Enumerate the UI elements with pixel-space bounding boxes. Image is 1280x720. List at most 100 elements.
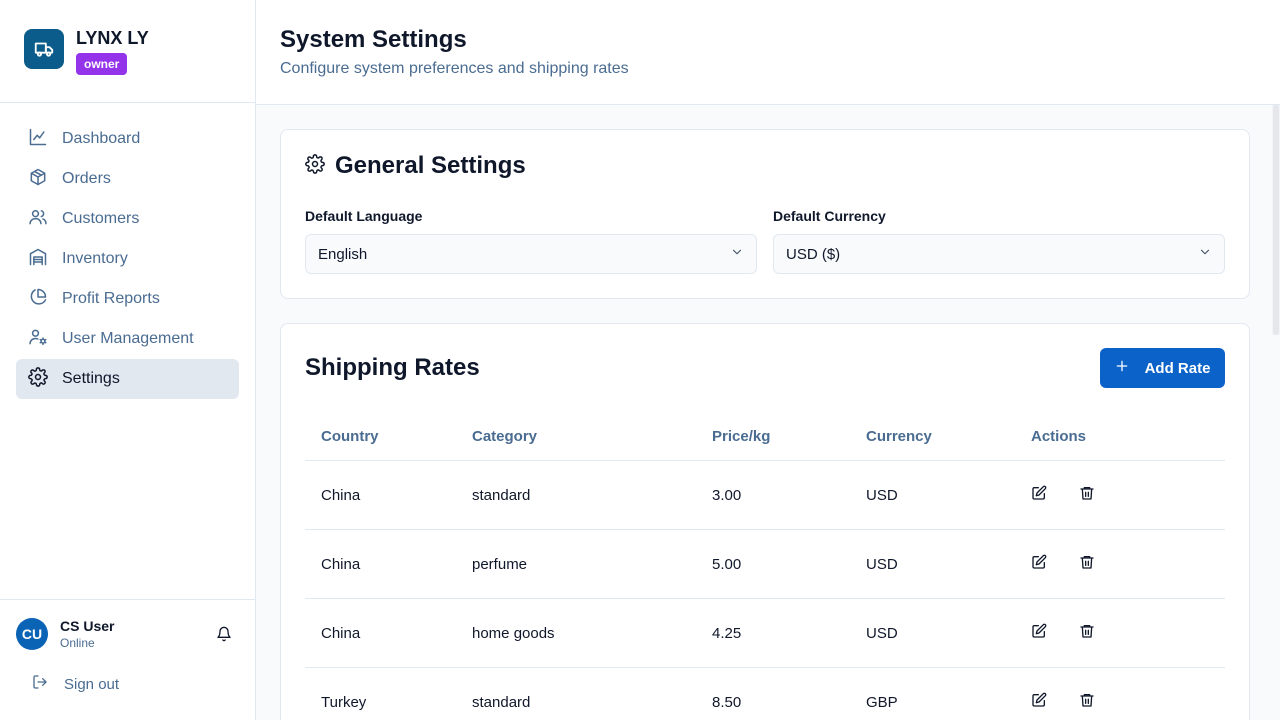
- sidebar-item-label: User Management: [62, 330, 194, 347]
- table-header: Country Category Price/kg Currency Actio…: [305, 412, 1225, 461]
- delete-button[interactable]: [1071, 548, 1103, 580]
- table-row: China perfume 5.00 USD: [305, 530, 1225, 599]
- language-value: English: [318, 245, 368, 263]
- user-name: CS User: [60, 618, 115, 634]
- table-row: China standard 3.00 USD: [305, 461, 1225, 530]
- bell-icon[interactable]: [216, 626, 232, 642]
- sidebar-item-label: Inventory: [62, 250, 128, 267]
- table-row: Turkey standard 8.50 GBP: [305, 668, 1225, 720]
- main-content: System Settings Configure system prefere…: [256, 0, 1280, 720]
- cell-price: 4.25: [712, 624, 742, 642]
- edit-icon: [1031, 554, 1047, 574]
- delete-button[interactable]: [1071, 686, 1103, 718]
- add-rate-label: Add Rate: [1144, 359, 1211, 377]
- general-settings-card: General Settings Default Language Englis…: [280, 129, 1250, 299]
- cell-currency: GBP: [866, 693, 898, 711]
- column-header-price[interactable]: Price/kg: [696, 428, 850, 445]
- user-status: Online: [60, 636, 95, 650]
- sidebar-item-label: Customers: [62, 210, 140, 227]
- cell-country: Turkey: [321, 693, 367, 711]
- column-header-actions: Actions: [1031, 427, 1087, 445]
- cell-actions: [1015, 617, 1225, 649]
- sidebar-item-orders[interactable]: Orders: [16, 159, 239, 199]
- trash-icon: [1079, 554, 1095, 574]
- edit-icon: [1031, 692, 1047, 712]
- edit-icon: [1031, 623, 1047, 643]
- cell-category: standard: [472, 693, 531, 711]
- sidebar-nav: Dashboard Orders Customers Inventory Pro…: [0, 103, 255, 399]
- truck-icon: [24, 29, 64, 69]
- column-header-country[interactable]: Country: [305, 428, 456, 445]
- shipping-rates-title: Shipping Rates: [305, 354, 480, 381]
- sidebar-footer: CU CS User Online Sign out: [0, 599, 256, 720]
- cell-actions: [1015, 686, 1225, 718]
- chevron-down-icon: [730, 245, 744, 263]
- cell-price: 3.00: [712, 486, 742, 504]
- cell-price: 5.00: [712, 555, 742, 573]
- sidebar-item-label: Settings: [62, 370, 120, 387]
- currency-select[interactable]: USD ($): [773, 234, 1225, 274]
- cell-actions: [1015, 548, 1225, 580]
- role-badge: owner: [76, 53, 128, 75]
- sidebar-item-customers[interactable]: Customers: [16, 199, 239, 239]
- trash-icon: [1079, 623, 1095, 643]
- scrollbar[interactable]: [1272, 105, 1280, 335]
- page-subtitle: Configure system preferences and shippin…: [280, 60, 629, 77]
- cell-country: China: [321, 555, 361, 573]
- sidebar-item-label: Dashboard: [62, 130, 141, 147]
- sidebar-item-label: Orders: [62, 170, 111, 187]
- sidebar-item-label: Profit Reports: [62, 290, 160, 307]
- page-title: System Settings: [280, 26, 467, 53]
- cell-category: standard: [472, 486, 531, 504]
- cell-currency: USD: [866, 624, 898, 642]
- warehouse-icon: [28, 247, 48, 272]
- users-icon: [28, 207, 48, 232]
- sign-out-button[interactable]: Sign out: [32, 674, 119, 694]
- sidebar-item-user-management[interactable]: User Management: [16, 319, 239, 359]
- avatar: CU: [16, 618, 48, 650]
- plus-icon: [1115, 359, 1129, 377]
- chevron-down-icon: [1198, 245, 1212, 263]
- user-cog-icon: [28, 327, 48, 352]
- gear-icon: [28, 366, 48, 392]
- line-chart-icon: [28, 127, 48, 152]
- user-profile[interactable]: CU CS User Online: [16, 618, 240, 650]
- sidebar-item-settings[interactable]: Settings: [16, 359, 239, 399]
- table-row: China home goods 4.25 USD: [305, 599, 1225, 668]
- cell-country: China: [321, 486, 361, 504]
- edit-button[interactable]: [1023, 479, 1055, 511]
- sidebar-item-inventory[interactable]: Inventory: [16, 239, 239, 279]
- sidebar-item-dashboard[interactable]: Dashboard: [16, 119, 239, 159]
- gear-icon: [305, 153, 325, 179]
- edit-button[interactable]: [1023, 548, 1055, 580]
- delete-button[interactable]: [1071, 479, 1103, 511]
- language-field: Default Language English: [305, 208, 757, 274]
- currency-field: Default Currency USD ($): [773, 208, 1225, 274]
- edit-button[interactable]: [1023, 686, 1055, 718]
- general-settings-title: General Settings: [335, 152, 526, 179]
- trash-icon: [1079, 692, 1095, 712]
- page-header: System Settings Configure system prefere…: [256, 0, 1280, 105]
- shipping-rates-card: Shipping Rates Add Rate Country Category…: [280, 323, 1250, 720]
- brand-name: LYNX LY: [76, 28, 149, 48]
- currency-label: Default Currency: [773, 208, 886, 224]
- language-select[interactable]: English: [305, 234, 757, 274]
- cell-category: perfume: [472, 555, 528, 573]
- log-out-icon: [32, 674, 48, 694]
- package-icon: [28, 167, 48, 192]
- column-header-currency[interactable]: Currency: [850, 428, 1015, 445]
- edit-button[interactable]: [1023, 617, 1055, 649]
- language-label: Default Language: [305, 208, 423, 224]
- delete-button[interactable]: [1071, 617, 1103, 649]
- scrollbar-thumb[interactable]: [1273, 105, 1279, 335]
- sidebar-item-profit-reports[interactable]: Profit Reports: [16, 279, 239, 319]
- sidebar: LYNX LY owner Dashboard Orders Customers: [0, 0, 256, 720]
- cell-currency: USD: [866, 486, 898, 504]
- sign-out-label: Sign out: [64, 675, 120, 693]
- column-header-category[interactable]: Category: [456, 428, 696, 445]
- cell-country: China: [321, 624, 361, 642]
- brand-header: LYNX LY owner: [0, 0, 255, 103]
- cell-price: 8.50: [712, 693, 742, 711]
- cell-actions: [1015, 479, 1225, 511]
- add-rate-button[interactable]: Add Rate: [1100, 348, 1225, 388]
